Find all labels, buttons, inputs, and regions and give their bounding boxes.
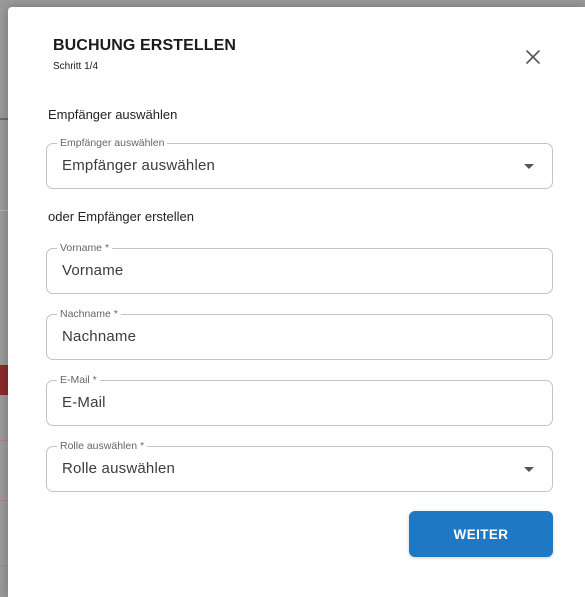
- email-placeholder: E-Mail: [62, 394, 106, 411]
- recipient-select-label: Empfänger auswählen: [48, 107, 178, 122]
- background-fragment: [0, 565, 8, 566]
- close-icon: [526, 50, 540, 64]
- background-fragment: [0, 440, 8, 441]
- first-name-legend: Vorname *: [57, 242, 113, 254]
- background-fragment: [0, 210, 8, 211]
- last-name-field[interactable]: Nachname * Nachname: [46, 308, 553, 360]
- next-button[interactable]: WEITER: [409, 511, 553, 557]
- role-select[interactable]: Rolle auswählen * Rolle auswählen: [46, 440, 553, 492]
- recipient-select-legend: Empfänger auswählen: [57, 137, 168, 149]
- background-fragment: [0, 365, 8, 395]
- background-fragment: [0, 118, 8, 120]
- first-name-placeholder: Vorname: [62, 262, 124, 279]
- chevron-down-icon: [524, 467, 534, 472]
- recipient-select[interactable]: Empfänger auswählen Empfänger auswählen: [46, 137, 553, 189]
- create-booking-dialog: BUCHUNG ERSTELLEN Schritt 1/4 Empfänger …: [8, 7, 585, 597]
- role-select-value: Rolle auswählen: [62, 460, 176, 477]
- background-fragment: [0, 500, 8, 501]
- first-name-field[interactable]: Vorname * Vorname: [46, 242, 553, 294]
- dialog-title: BUCHUNG ERSTELLEN: [53, 37, 237, 54]
- close-button[interactable]: [519, 43, 547, 71]
- create-recipient-label: oder Empfänger erstellen: [48, 209, 194, 224]
- email-field[interactable]: E-Mail * E-Mail: [46, 374, 553, 426]
- step-indicator: Schritt 1/4: [53, 61, 99, 72]
- chevron-down-icon: [524, 164, 534, 169]
- email-legend: E-Mail *: [57, 374, 100, 386]
- recipient-select-value: Empfänger auswählen: [62, 157, 216, 174]
- last-name-placeholder: Nachname: [62, 328, 137, 345]
- role-select-legend: Rolle auswählen *: [57, 440, 148, 452]
- last-name-legend: Nachname *: [57, 308, 121, 320]
